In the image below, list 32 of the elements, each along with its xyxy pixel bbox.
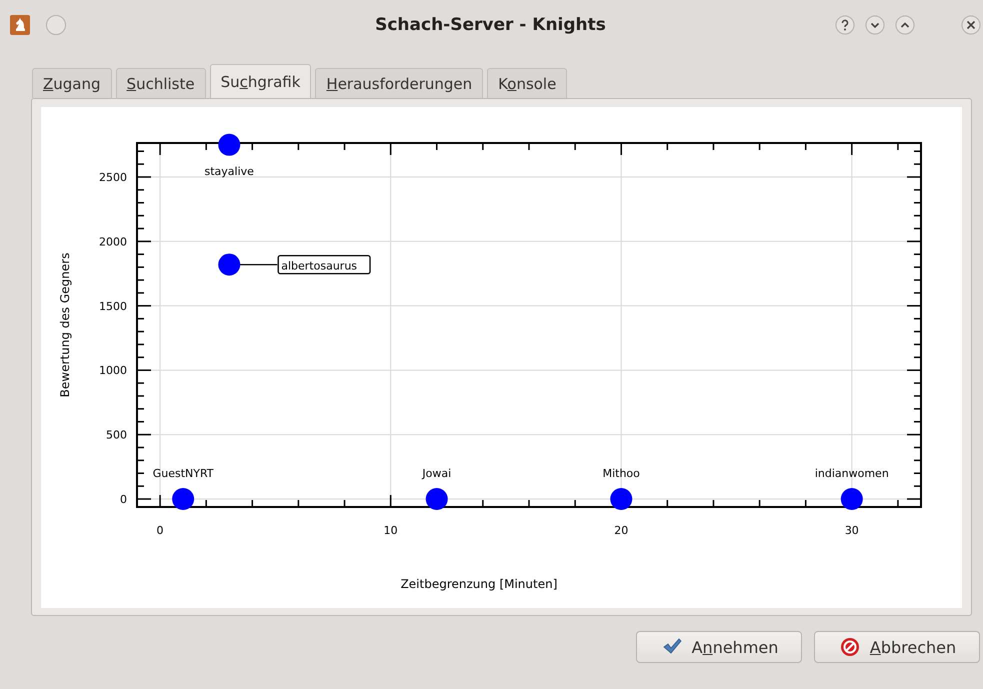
axis-tick-label: 2500 <box>99 171 127 184</box>
window-title: Schach-Server - Knights <box>374 15 607 35</box>
minimize-icon[interactable] <box>865 15 885 35</box>
maximize-icon[interactable] <box>895 15 915 35</box>
close-icon[interactable] <box>961 15 981 35</box>
tab[interactable]: Zugang <box>32 68 112 98</box>
axis-tick-label: 1500 <box>99 300 127 313</box>
annotation: albertosaurus <box>281 260 358 273</box>
axis-tick-label: 0 <box>120 493 127 506</box>
cancel-button[interactable]: Abbrechen <box>814 631 980 663</box>
axis-title: Bewertung des Gegners <box>58 252 72 398</box>
axis-tick-label: 2000 <box>99 235 127 248</box>
axis-tick-label: 1000 <box>99 364 127 378</box>
point-label: GuestNYRT <box>152 467 214 480</box>
axis-tick-label: 500 <box>106 428 127 442</box>
help-icon[interactable] <box>835 15 855 35</box>
tab[interactable]: Herausforderungen <box>315 68 484 98</box>
axis-tick-label: 0 <box>156 524 164 537</box>
tab[interactable]: Konsole <box>487 68 568 98</box>
axis-title: Zeitbegrenzung [Minuten] <box>400 577 558 591</box>
point-label: Mithoo <box>602 467 640 480</box>
accept-button[interactable]: Annehmen <box>636 631 802 663</box>
point-label: Jowai <box>422 467 452 480</box>
axis-tick-label: 30 <box>844 524 859 537</box>
chess-knight-icon <box>10 15 30 35</box>
tab[interactable]: Suchliste <box>116 68 206 98</box>
point-label: indianwomen <box>814 467 889 480</box>
no-entry-icon <box>840 637 860 657</box>
point-label: stayalive <box>204 164 254 178</box>
axis-tick-label: 10 <box>384 524 398 537</box>
tab[interactable]: Suchgrafik <box>210 64 312 98</box>
axis-tick-label: 20 <box>614 524 628 537</box>
